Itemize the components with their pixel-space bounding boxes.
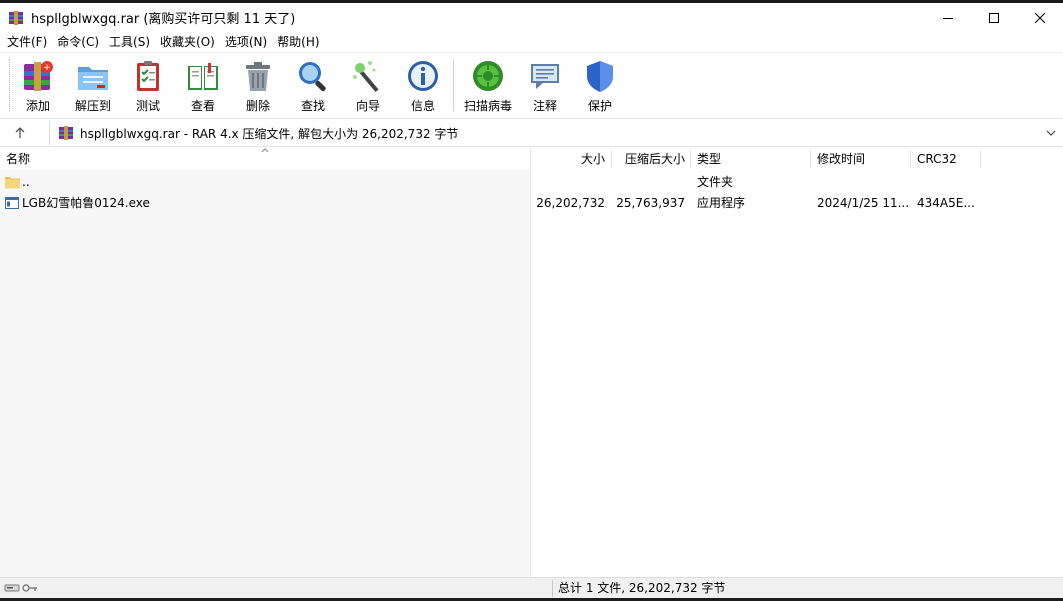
status-icons <box>4 582 38 594</box>
row-type: 文件夹 <box>697 175 734 189</box>
file-list: 名称 大小 压缩后大小 类型 修改时间 CRC32 .. 文件夹 LGB幻雪帕鲁… <box>0 148 1063 577</box>
exe-file-icon <box>5 197 19 209</box>
header-divider <box>690 150 691 168</box>
virus-scan-label: 扫描病毒 <box>463 99 512 113</box>
toolbar-grip <box>9 59 12 111</box>
find-label: 查找 <box>300 99 325 113</box>
menu-help[interactable]: 帮助(H) <box>272 32 324 52</box>
svg-text:+: + <box>43 63 51 73</box>
rar-archive-icon <box>59 126 73 140</box>
column-header-name[interactable]: 名称 <box>6 148 30 170</box>
minimize-icon <box>943 17 953 19</box>
address-bar: hspllgblwxgq.rar - RAR 4.x 压缩文件, 解包大小为 2… <box>0 118 1063 147</box>
info-button[interactable]: 信息 <box>398 58 448 114</box>
row-type: 应用程序 <box>697 196 746 210</box>
protect-button[interactable]: 保护 <box>575 58 625 114</box>
extract-to-label: 解压到 <box>74 99 111 113</box>
add-button[interactable]: + 添加 <box>13 58 63 114</box>
status-text: 总计 1 文件, 26,202,732 字节 <box>558 581 726 595</box>
close-button[interactable] <box>1017 3 1063 32</box>
find-button[interactable]: 查找 <box>288 58 338 114</box>
name-column-background <box>0 170 530 577</box>
menu-commands[interactable]: 命令(C) <box>52 32 104 52</box>
view-book-icon <box>188 63 218 90</box>
delete-label: 删除 <box>245 99 270 113</box>
header-divider <box>611 150 612 168</box>
virus-scan-button[interactable]: 扫描病毒 <box>459 58 517 114</box>
header-divider <box>980 150 981 168</box>
table-row-exe-file[interactable]: LGB幻雪帕鲁0124.exe 26,202,732 25,763,937 应用… <box>0 192 1063 214</box>
delete-button[interactable]: 删除 <box>233 58 283 114</box>
test-button[interactable]: 测试 <box>123 58 173 114</box>
folder-icon <box>5 177 20 189</box>
chevron-down-icon <box>1046 130 1056 136</box>
header-divider <box>910 150 911 168</box>
winrar-icon <box>9 10 23 25</box>
up-folder-button[interactable] <box>10 124 30 142</box>
toolbar-separator <box>453 59 454 111</box>
arrow-up-icon <box>15 127 25 138</box>
column-header-type[interactable]: 类型 <box>697 148 721 170</box>
menu-bar: 文件(F) 命令(C) 工具(S) 收藏夹(O) 选项(N) 帮助(H) <box>0 32 1063 52</box>
comment-label: 注释 <box>532 99 557 113</box>
menu-favorites[interactable]: 收藏夹(O) <box>155 32 220 52</box>
test-label: 测试 <box>135 99 160 113</box>
menu-options[interactable]: 选项(N) <box>220 32 272 52</box>
row-size: 26,202,732 <box>536 196 605 210</box>
add-label: 添加 <box>25 99 50 113</box>
info-label: 信息 <box>410 99 435 113</box>
status-bar: 总计 1 文件, 26,202,732 字节 <box>0 577 1063 598</box>
extract-to-button[interactable]: 解压到 <box>68 58 118 114</box>
close-icon <box>1035 12 1045 23</box>
column-header-crc[interactable]: CRC32 <box>917 148 957 170</box>
view-button[interactable]: 查看 <box>178 58 228 114</box>
minimize-button[interactable] <box>925 3 971 32</box>
address-text: hspllgblwxgq.rar - RAR 4.x 压缩文件, 解包大小为 2… <box>80 126 459 141</box>
column-header-packed[interactable]: 压缩后大小 <box>625 148 685 170</box>
virus-scan-icon <box>473 61 503 91</box>
row-modified: 2024/1/25 11... <box>817 196 910 210</box>
sort-ascending-icon <box>261 148 269 153</box>
row-name: LGB幻雪帕鲁0124.exe <box>22 196 150 210</box>
title-bar: hspllgblwxgq.rar (离购买许可只剩 11 天了) <box>0 3 1063 32</box>
status-divider <box>552 580 553 597</box>
row-crc: 434A5E... <box>917 196 975 210</box>
key-icon[interactable] <box>22 582 38 594</box>
row-packed: 25,763,937 <box>616 196 685 210</box>
row-name: .. <box>22 175 30 189</box>
column-header-modified[interactable]: 修改时间 <box>817 148 865 170</box>
test-checklist-icon <box>137 61 159 91</box>
extract-folder-icon <box>78 67 108 90</box>
toolbar: + 添加 解压到 测试 查看 删除 查找 向导 信息 扫描病毒 注释 保护 <box>0 52 1063 118</box>
trash-icon <box>246 62 270 91</box>
menu-file[interactable]: 文件(F) <box>2 32 52 52</box>
window-title: hspllgblwxgq.rar (离购买许可只剩 11 天了) <box>31 12 296 27</box>
info-icon <box>408 61 438 91</box>
magnifier-icon <box>299 62 326 92</box>
menu-tools[interactable]: 工具(S) <box>104 32 155 52</box>
wizard-label: 向导 <box>355 99 380 113</box>
protect-label: 保护 <box>587 99 612 113</box>
address-field[interactable]: hspllgblwxgq.rar - RAR 4.x 压缩文件, 解包大小为 2… <box>49 121 1061 145</box>
add-archive-icon: + <box>24 61 53 91</box>
comment-button[interactable]: 注释 <box>520 58 570 114</box>
address-dropdown-button[interactable] <box>1041 123 1061 143</box>
table-row-parent-folder[interactable]: .. 文件夹 <box>0 171 1063 193</box>
column-header-size[interactable]: 大小 <box>580 148 605 170</box>
comment-icon <box>531 64 559 89</box>
wizard-button[interactable]: 向导 <box>343 58 393 114</box>
view-label: 查看 <box>190 99 215 113</box>
drive-icon[interactable] <box>4 582 20 594</box>
maximize-button[interactable] <box>971 3 1017 32</box>
shield-icon <box>587 61 613 92</box>
header-divider <box>810 150 811 168</box>
wizard-wand-icon <box>353 61 379 93</box>
maximize-icon <box>989 12 999 23</box>
